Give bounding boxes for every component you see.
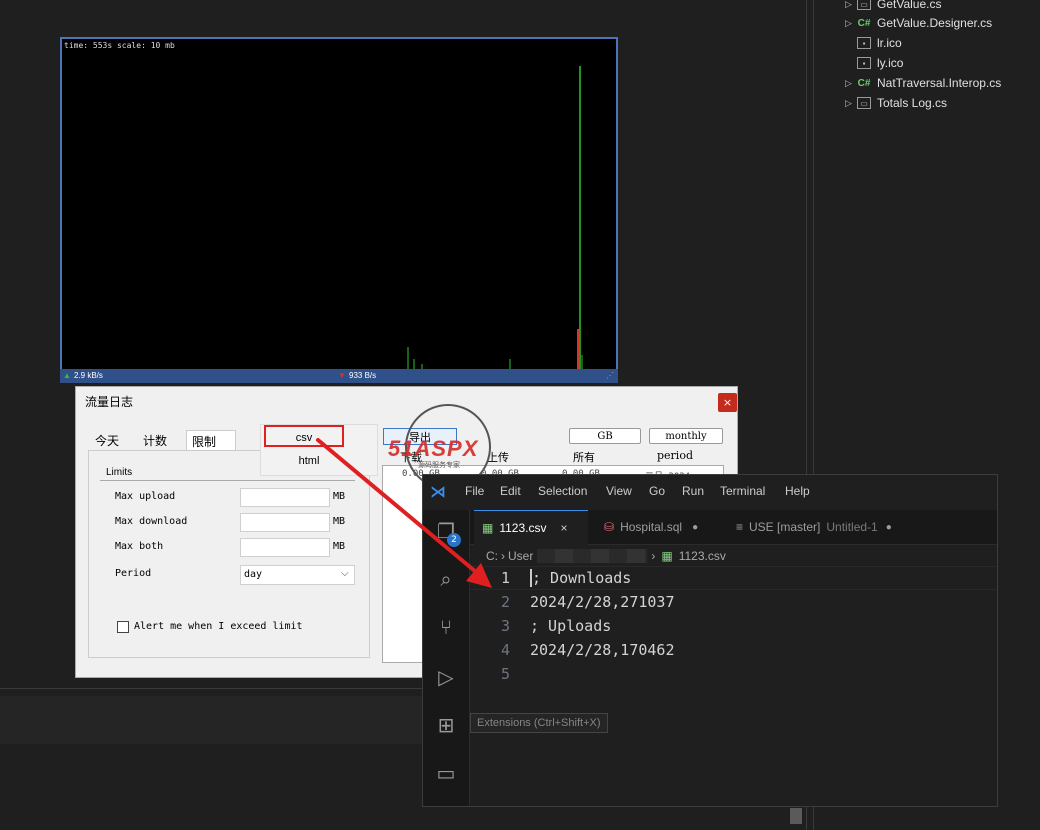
annotation-arrow	[316, 438, 492, 588]
arrow-shaft	[316, 438, 478, 574]
